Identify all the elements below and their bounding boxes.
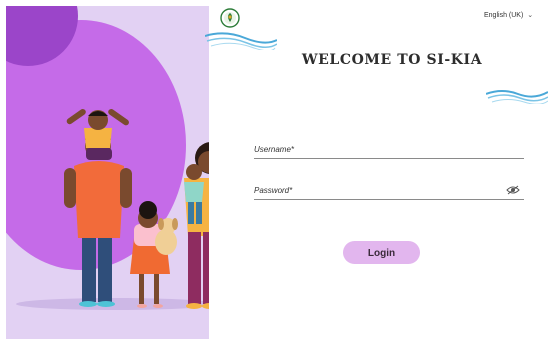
login-page: English (UK) ⌄ WELCOME TO SI-KIA Usernam… (0, 0, 548, 343)
language-selector[interactable]: English (UK) ⌄ (484, 11, 534, 20)
page-title: WELCOME TO SI-KIA (301, 52, 483, 68)
toddler-on-shoulders (66, 109, 129, 160)
password-field[interactable]: Password* (254, 185, 524, 200)
language-label: English (UK) (484, 11, 524, 19)
wave-decoration-right (486, 90, 548, 104)
wave-decoration-top (205, 32, 277, 50)
username-label: Username* (254, 145, 295, 154)
mother-figure (184, 142, 209, 309)
chevron-down-icon: ⌄ (527, 12, 534, 19)
family-illustration-panel (6, 6, 209, 339)
login-button[interactable]: Login (343, 241, 420, 264)
password-label: Password* (254, 186, 293, 195)
username-field[interactable]: Username* (254, 144, 524, 159)
family-illustration (16, 109, 209, 310)
girl-figure (130, 201, 178, 308)
eye-icon[interactable] (506, 185, 520, 195)
sikia-logo (220, 8, 240, 28)
